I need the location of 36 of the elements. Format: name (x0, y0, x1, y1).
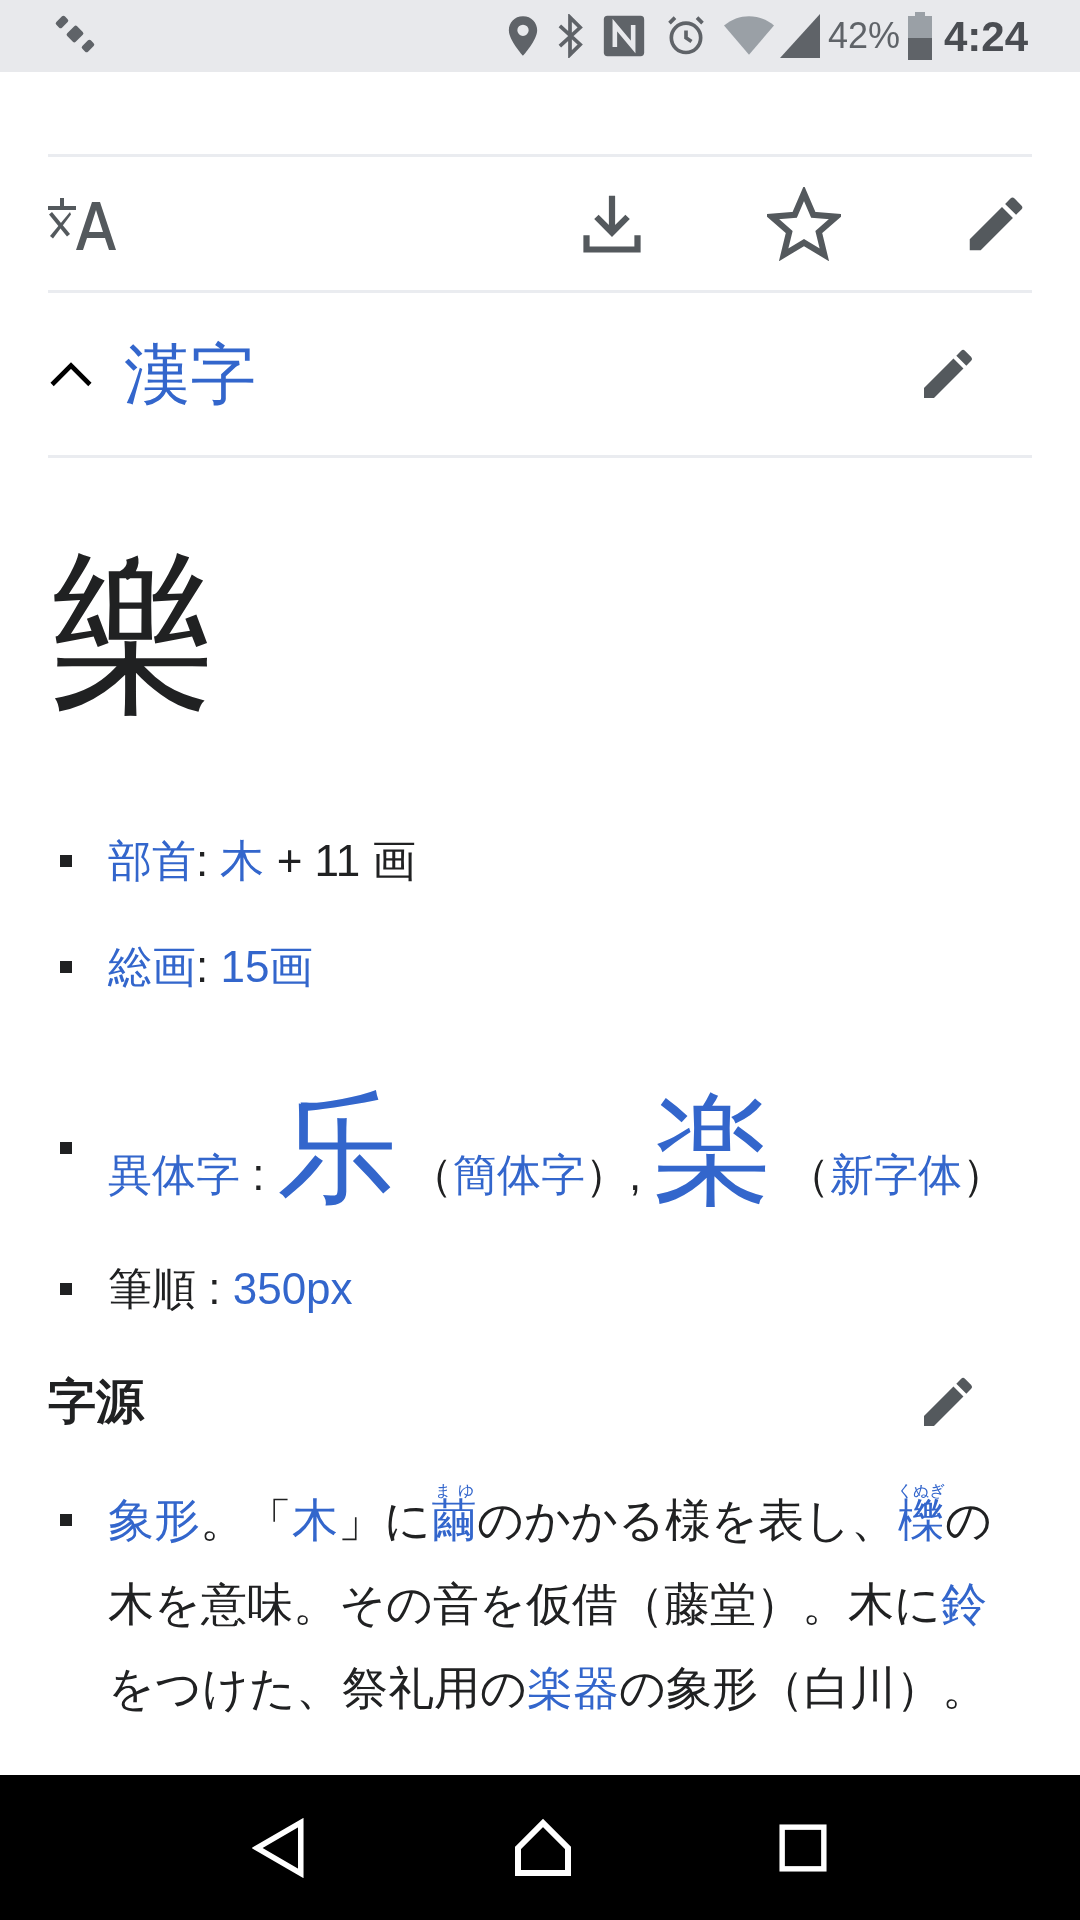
link[interactable]: 象形 (108, 1494, 200, 1546)
battery-icon (907, 12, 932, 60)
link[interactable]: 簡体字 (452, 1150, 585, 1199)
bullet (60, 1283, 72, 1295)
list-item-text: 部首: 木 + 11 画 (108, 836, 417, 886)
bullet (60, 1514, 72, 1526)
star-icon (767, 186, 841, 261)
battery-percentage: 42% (827, 14, 900, 58)
bullet (60, 855, 72, 867)
headword: 樂 (50, 540, 218, 728)
link[interactable]: 部首 (108, 836, 196, 885)
star-button[interactable] (766, 185, 842, 262)
list-item-text: 総画: 15画 (108, 942, 314, 992)
link[interactable]: 350px (232, 1264, 353, 1313)
etymology-text: 象形。「木」に繭 まゆ のかかる様を表し、櫟 くぬぎ の木を意味。その音を仮借（藤堂）。木に鈴 をつけた、祭礼用の楽器の象形（白川）。 (108, 1481, 993, 1716)
section-heading: 字源 (48, 1374, 144, 1430)
section-title: 漢字 (124, 335, 256, 413)
link[interactable]: 鈴 (941, 1578, 987, 1630)
link[interactable]: 楽器 (527, 1662, 619, 1714)
home-icon[interactable] (513, 1817, 573, 1878)
bullet (60, 1142, 72, 1154)
link[interactable]: 繭 まゆ (431, 1483, 477, 1547)
link[interactable]: 新字体 (829, 1150, 962, 1199)
link[interactable]: 木 (220, 836, 265, 885)
overview-icon[interactable] (777, 1822, 828, 1873)
link[interactable]: 木 (292, 1494, 338, 1546)
link[interactable]: 異体字 (108, 1150, 240, 1199)
link[interactable]: 櫟 くぬぎ (897, 1483, 945, 1547)
signal-icon (779, 14, 820, 58)
link[interactable]: 総画 (108, 942, 196, 991)
nfc-icon (601, 13, 646, 59)
bullet (60, 961, 72, 973)
clock-time: 4:24 (943, 11, 1028, 62)
link[interactable]: 15画 (220, 942, 314, 991)
list-item-text: 筆順 : 350px (108, 1264, 353, 1314)
section-header[interactable]: 漢字 (48, 290, 1032, 458)
